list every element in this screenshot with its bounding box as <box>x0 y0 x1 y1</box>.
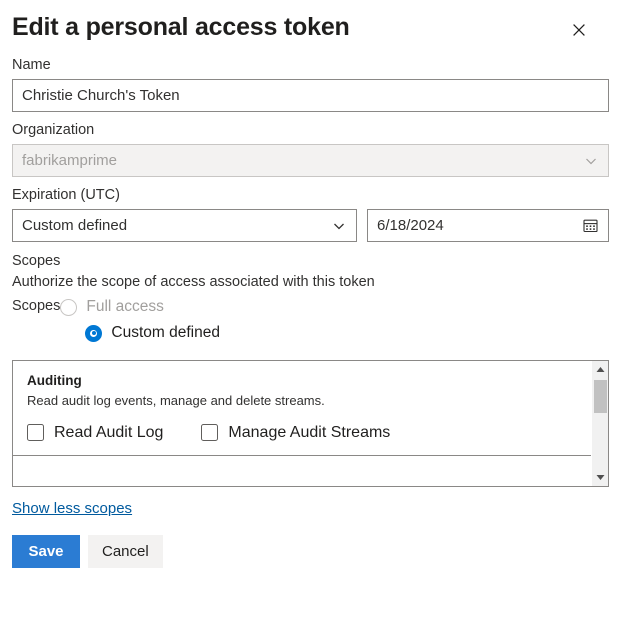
page-title: Edit a personal access token <box>12 14 350 42</box>
checkbox-mark-icon <box>201 424 218 441</box>
edit-pat-dialog: Edit a personal access token Name Organi… <box>0 0 621 626</box>
scrollbar-thumb[interactable] <box>594 380 607 413</box>
checkbox-mark-icon <box>27 424 44 441</box>
chevron-down-icon <box>583 153 599 169</box>
checkbox-manage-audit-streams[interactable]: Manage Audit Streams <box>201 424 390 442</box>
radio-custom-defined-label: Custom defined <box>111 324 220 342</box>
cancel-button[interactable]: Cancel <box>88 535 163 568</box>
save-button[interactable]: Save <box>12 535 80 568</box>
name-input[interactable] <box>12 79 609 112</box>
scopes-description: Authorize the scope of access associated… <box>12 272 609 293</box>
organization-field-block: Organization fabrikamprime <box>12 121 609 177</box>
scope-group-auditing: Auditing Read audit log events, manage a… <box>13 361 591 455</box>
scopes-scrollbar[interactable] <box>591 361 608 486</box>
dialog-header: Edit a personal access token <box>12 0 609 56</box>
scopes-heading: Scopes <box>12 251 609 272</box>
chevron-down-icon <box>331 218 347 234</box>
scroll-down-icon[interactable] <box>592 469 609 486</box>
radio-full-access: Full access <box>60 294 220 320</box>
scope-group-title: Auditing <box>27 372 577 390</box>
scope-checkbox-row: Read Audit Log Manage Audit Streams <box>27 424 577 442</box>
checkbox-read-audit-log[interactable]: Read Audit Log <box>27 424 163 442</box>
checkbox-read-audit-log-label: Read Audit Log <box>54 424 163 442</box>
radio-custom-defined[interactable]: Custom defined <box>85 320 220 346</box>
expiration-date-field[interactable]: 6/18/2024 <box>367 209 609 242</box>
dialog-footer: Save Cancel <box>12 535 609 568</box>
name-label: Name <box>12 56 609 74</box>
radio-full-access-label: Full access <box>86 298 164 316</box>
expiration-label: Expiration (UTC) <box>12 186 609 204</box>
expiration-type-dropdown[interactable]: Custom defined <box>12 209 357 242</box>
scopes-radio-list: Full access Custom defined <box>60 294 220 346</box>
organization-value: fabrikamprime <box>22 152 583 169</box>
expiration-field-block: Expiration (UTC) Custom defined 6/18/202… <box>12 186 609 242</box>
radio-mark-icon <box>85 325 102 342</box>
scroll-up-icon[interactable] <box>592 361 609 378</box>
scopes-radio-group-label: Scopes <box>12 294 60 317</box>
scopes-radio-group: Scopes Full access Custom defined <box>12 294 609 346</box>
show-less-scopes-link[interactable]: Show less scopes <box>12 500 132 517</box>
expiration-date-value: 6/18/2024 <box>377 217 578 234</box>
name-field-block: Name <box>12 56 609 112</box>
expiration-type-value: Custom defined <box>22 217 331 234</box>
organization-label: Organization <box>12 121 609 139</box>
radio-mark-icon <box>60 299 77 316</box>
close-icon[interactable] <box>565 16 593 44</box>
calendar-icon[interactable] <box>578 214 602 238</box>
scopes-list-viewport: Auditing Read audit log events, manage a… <box>13 361 591 486</box>
organization-dropdown: fabrikamprime <box>12 144 609 177</box>
scope-group-description: Read audit log events, manage and delete… <box>27 392 577 410</box>
scopes-list-box: Auditing Read audit log events, manage a… <box>12 360 609 487</box>
expiration-row: Custom defined 6/18/2024 <box>12 209 609 242</box>
checkbox-manage-audit-streams-label: Manage Audit Streams <box>228 424 390 442</box>
